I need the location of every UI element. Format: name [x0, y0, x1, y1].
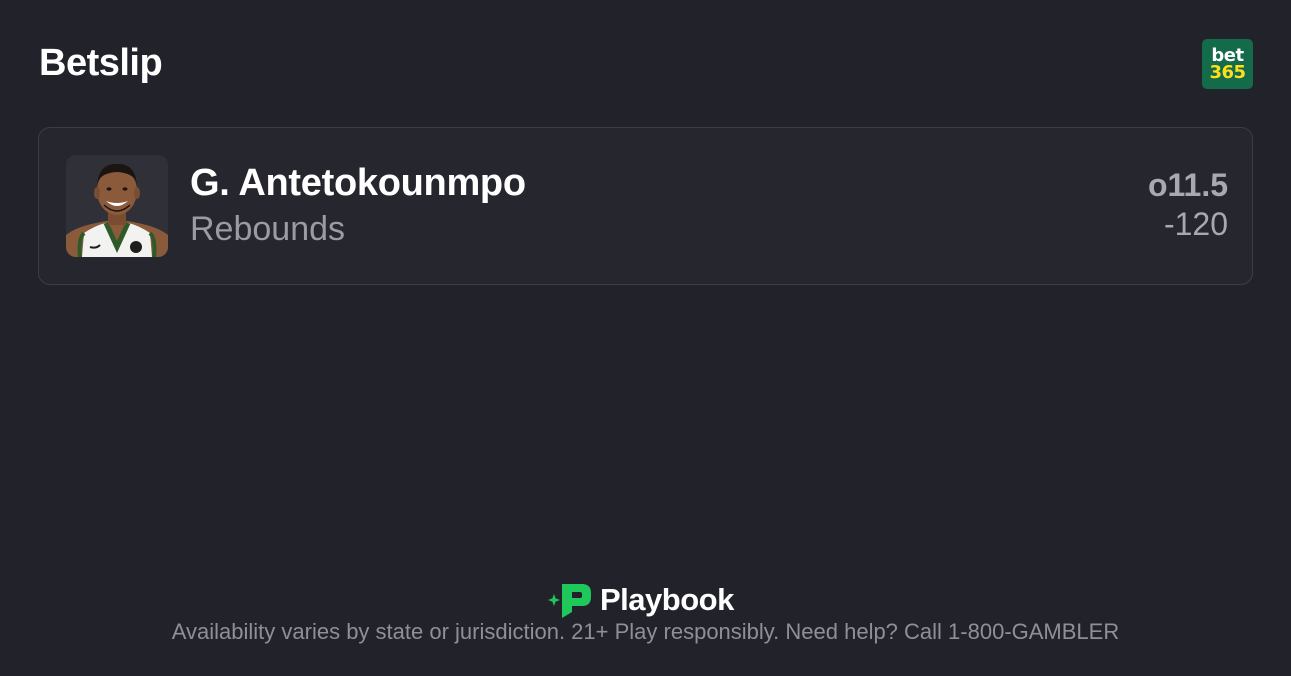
- player-headshot-icon: [66, 155, 168, 257]
- player-avatar: [66, 155, 168, 257]
- page-title: Betslip: [39, 42, 163, 84]
- playbook-icon: [548, 584, 591, 618]
- bet365-logo-line2: 365: [1209, 62, 1246, 83]
- bet365-logo: bet 365: [1202, 39, 1253, 89]
- bet-odds: -120: [1163, 206, 1228, 242]
- playbook-logo: Playbook: [548, 581, 734, 619]
- bet-line: o11.5: [1147, 167, 1228, 203]
- bet-card[interactable]: G. Antetokounmpo Rebounds o11.5 -120: [38, 127, 1253, 285]
- brand-name: Playbook: [600, 582, 734, 617]
- responsible-gaming-disclaimer: Availability varies by state or jurisdic…: [171, 619, 1120, 644]
- player-name: G. Antetokounmpo: [190, 162, 526, 204]
- market-label: Rebounds: [190, 210, 346, 248]
